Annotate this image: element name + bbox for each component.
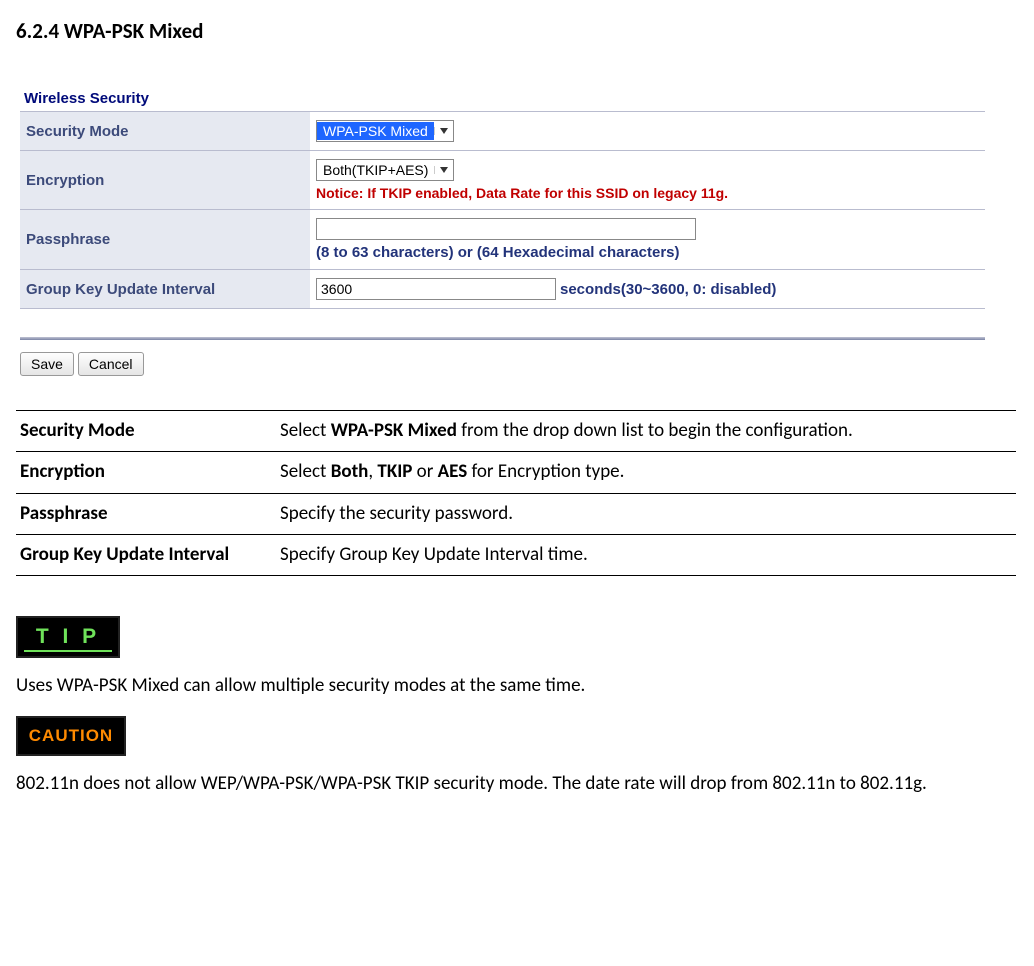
section-heading: 6.2.4 WPA-PSK Mixed <box>16 18 1018 44</box>
row-group-key-interval: Group Key Update Interval seconds(30~360… <box>20 269 985 309</box>
desc-text: Select Both, TKIP or AES for Encryption … <box>276 452 1016 493</box>
row-encryption: Encryption Both(TKIP+AES) Notice: If TKI… <box>20 150 985 209</box>
caution-text: 802.11n does not allow WEP/WPA-PSK/WPA-P… <box>16 768 1018 800</box>
table-row: Security Mode Select WPA-PSK Mixed from … <box>16 411 1016 452</box>
desc-text: Select WPA-PSK Mixed from the drop down … <box>276 411 1016 452</box>
row-security-mode: Security Mode WPA-PSK Mixed <box>20 111 985 150</box>
desc-text: Specify Group Key Update Interval time. <box>276 534 1016 575</box>
separator <box>20 337 985 340</box>
chevron-down-icon <box>434 166 453 174</box>
desc-term: Group Key Update Interval <box>16 534 276 575</box>
row-passphrase: Passphrase (8 to 63 characters) or (64 H… <box>20 209 985 269</box>
description-table: Security Mode Select WPA-PSK Mixed from … <box>16 410 1016 576</box>
group-key-interval-input[interactable] <box>316 278 556 300</box>
caution-icon: CAUTION <box>16 716 126 756</box>
table-row: Passphrase Specify the security password… <box>16 493 1016 534</box>
button-row: Save Cancel <box>20 352 985 386</box>
label-group-key-interval: Group Key Update Interval <box>20 270 310 308</box>
tip-icon: T I P <box>16 616 120 658</box>
encryption-notice: Notice: If TKIP enabled, Data Rate for t… <box>316 185 979 201</box>
desc-text: Specify the security password. <box>276 493 1016 534</box>
table-row: Group Key Update Interval Specify Group … <box>16 534 1016 575</box>
encryption-select[interactable]: Both(TKIP+AES) <box>316 159 454 181</box>
cancel-button[interactable]: Cancel <box>78 352 144 376</box>
chevron-down-icon <box>434 127 453 135</box>
security-mode-select[interactable]: WPA-PSK Mixed <box>316 120 454 142</box>
desc-term: Encryption <box>16 452 276 493</box>
passphrase-input[interactable] <box>316 218 696 240</box>
desc-term: Security Mode <box>16 411 276 452</box>
label-security-mode: Security Mode <box>20 112 310 150</box>
panel-title: Wireless Security <box>20 84 985 111</box>
save-button[interactable]: Save <box>20 352 74 376</box>
table-row: Encryption Select Both, TKIP or AES for … <box>16 452 1016 493</box>
passphrase-hint: (8 to 63 characters) or (64 Hexadecimal … <box>316 244 979 261</box>
wireless-security-panel: Wireless Security Security Mode WPA-PSK … <box>20 84 985 386</box>
label-passphrase: Passphrase <box>20 210 310 269</box>
label-encryption: Encryption <box>20 151 310 209</box>
desc-term: Passphrase <box>16 493 276 534</box>
tip-text: Uses WPA-PSK Mixed can allow multiple se… <box>16 670 1018 702</box>
group-key-interval-hint: seconds(30~3600, 0: disabled) <box>560 281 776 298</box>
